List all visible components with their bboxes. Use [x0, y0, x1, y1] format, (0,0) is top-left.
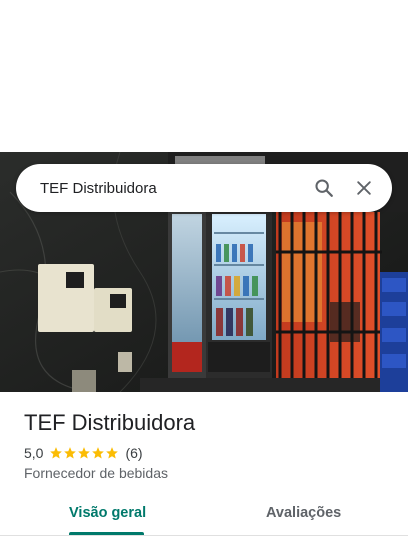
- review-count: (6): [125, 445, 143, 461]
- place-title: TEF Distribuidora: [24, 410, 196, 435]
- rating-row[interactable]: 5,0 (6): [24, 444, 143, 462]
- search-icon[interactable]: [304, 168, 344, 208]
- star-icon: [78, 447, 91, 459]
- star-rating: [49, 446, 119, 460]
- search-bar[interactable]: TEF Distribuidora: [16, 164, 392, 212]
- close-icon[interactable]: [344, 168, 384, 208]
- tab-bar: Visão geral Avaliações: [0, 494, 408, 536]
- rating-value: 5,0: [24, 445, 44, 461]
- star-icon: [92, 447, 105, 459]
- place-category: Fornecedor de bebidas: [24, 465, 168, 481]
- tab-reviews[interactable]: Avaliações: [266, 494, 341, 536]
- tabs-divider: [0, 535, 408, 536]
- search-input[interactable]: TEF Distribuidora: [40, 180, 304, 197]
- tab-overview[interactable]: Visão geral: [69, 494, 146, 536]
- star-icon: [64, 447, 77, 459]
- star-icon: [106, 447, 119, 459]
- place-sheet: TEF Distribuidora TEF Distribuidora 5,0 …: [0, 0, 408, 544]
- star-icon: [50, 447, 63, 459]
